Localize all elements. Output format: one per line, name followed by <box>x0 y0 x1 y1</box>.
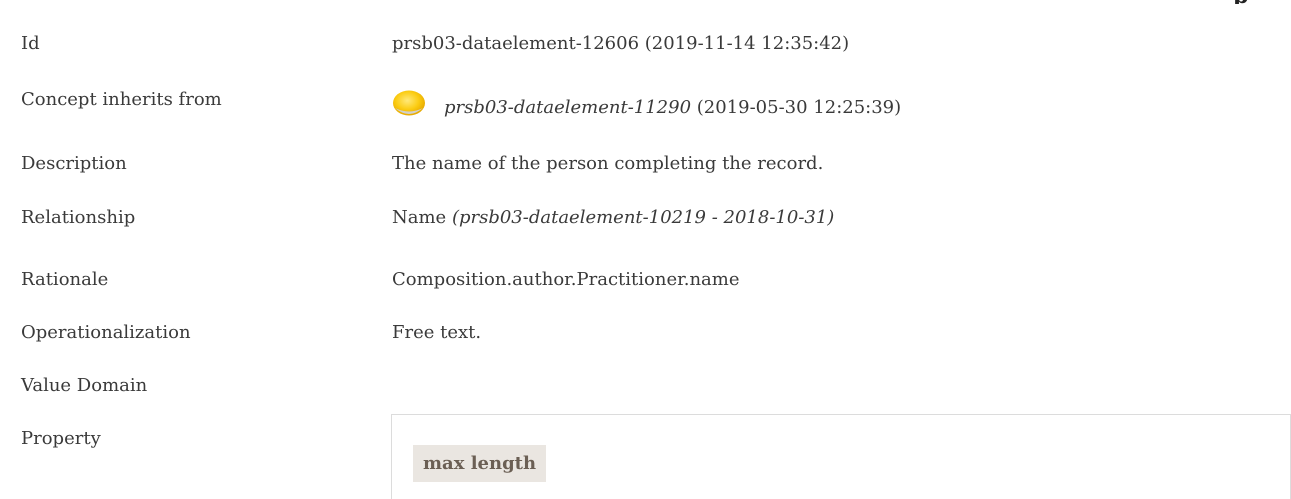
operationalization-label: Operationalization <box>21 322 191 343</box>
value-domain-label: Value Domain <box>21 375 148 396</box>
heading-fragment: p <box>1233 0 1253 4</box>
id-label: Id <box>21 33 40 54</box>
property-label: Property <box>21 428 101 449</box>
inherited-concept-date: (2019-05-30 12:25:39) <box>691 97 902 118</box>
description-value: The name of the person completing the re… <box>392 153 824 174</box>
relationship-label: Relationship <box>21 207 136 228</box>
description-label: Description <box>21 153 127 174</box>
relationship-ref-link[interactable]: (prsb03-dataelement-10219 - 2018-10-31) <box>452 207 834 228</box>
property-table: max length <box>391 414 1291 499</box>
row-concept-inherits-from: Concept inherits from prsb03-dataelement… <box>0 89 1291 137</box>
id-value: prsb03-dataelement-12606 (2019-11-14 12:… <box>392 33 850 54</box>
row-rationale: Rationale Composition.author.Practitione… <box>0 269 1291 309</box>
inherited-concept-link[interactable]: prsb03-dataelement-11290 <box>444 97 691 118</box>
row-operationalization: Operationalization Free text. <box>0 322 1291 362</box>
row-value-domain: Value Domain <box>0 375 1291 415</box>
concept-inherits-from-label: Concept inherits from <box>21 89 222 110</box>
rationale-label: Rationale <box>21 269 109 290</box>
max-length-header: max length <box>413 445 547 482</box>
relationship-name: Name <box>392 207 452 228</box>
relationship-value: Name (prsb03-dataelement-10219 - 2018-10… <box>392 207 834 228</box>
rationale-value: Composition.author.Practitioner.name <box>392 269 740 290</box>
status-bulb-icon <box>393 90 425 116</box>
operationalization-value: Free text. <box>392 322 482 343</box>
row-description: Description The name of the person compl… <box>0 153 1291 193</box>
concept-inherits-from-value: prsb03-dataelement-11290 (2019-05-30 12:… <box>392 90 1092 127</box>
row-relationship: Relationship Name (prsb03-dataelement-10… <box>0 207 1291 247</box>
row-id: Id prsb03-dataelement-12606 (2019-11-14 … <box>0 33 1291 73</box>
